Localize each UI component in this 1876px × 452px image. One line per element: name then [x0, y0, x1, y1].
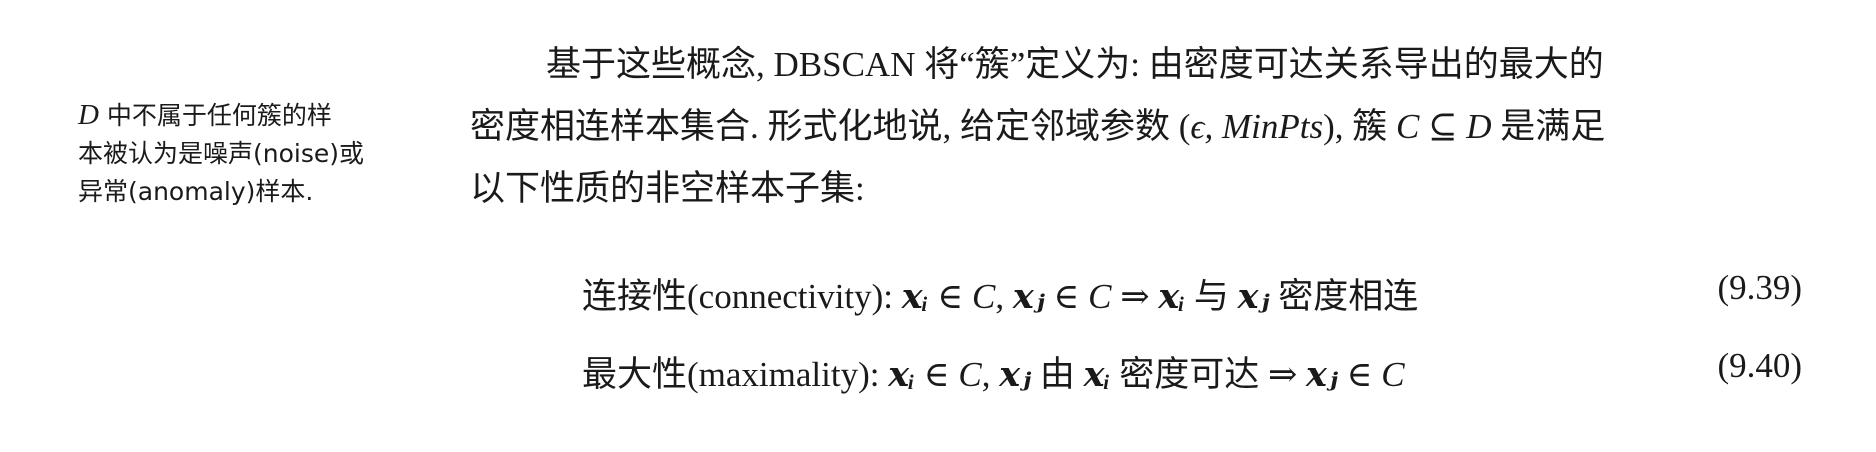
- math-variable-d: D: [78, 99, 99, 131]
- margin-note-line-3: 异常(anomaly)样本.: [78, 177, 314, 206]
- eq-part: C: [1381, 355, 1405, 394]
- eq-part: 𝒙ⱼ: [1306, 355, 1338, 394]
- eq-part: ∈: [1044, 277, 1089, 316]
- subset-symbol: ⊆: [1419, 107, 1467, 146]
- eq-part: 与: [1185, 277, 1238, 316]
- eq-part: ⇒: [1267, 355, 1307, 394]
- eq-part: 密度相连: [1269, 277, 1419, 316]
- eq-part: C: [1088, 277, 1112, 316]
- paragraph-line-2-part-b: ), 簇: [1323, 107, 1397, 146]
- equation-label: 最大性(maximality):: [582, 355, 889, 394]
- math-variable-c: C: [1396, 107, 1420, 146]
- eq-part: ∈: [915, 355, 959, 394]
- eq-part: 𝒙ⱼ: [1012, 277, 1045, 316]
- margin-note-line-1-text: 中不属于任何簇的样: [98, 101, 332, 130]
- paragraph-line-2: 密度相连样本集合. 形式化地说, 给定邻域参数 (ϵ, MinPts), 簇 C…: [470, 96, 1810, 158]
- margin-note: D 中不属于任何簇的样 本被认为是噪声(noise)或 异常(anomaly)样…: [78, 96, 428, 211]
- margin-note-line-2: 本被认为是噪声(noise)或: [78, 139, 364, 168]
- eq-part: C: [972, 277, 996, 316]
- eq-part: 由: [1031, 355, 1084, 394]
- eq-part: 密度可达: [1110, 355, 1268, 394]
- paragraph-line-3: 以下性质的非空样本子集:: [470, 169, 865, 208]
- eq-part: 𝒙ᵢ: [901, 277, 929, 316]
- eq-part: 𝒙ⱼ: [1237, 277, 1270, 316]
- margin-note-line-1: D 中不属于任何簇的样: [78, 96, 428, 135]
- math-variable-d: D: [1466, 107, 1492, 146]
- equation-9-40: 最大性(maximality): 𝒙ᵢ ∈ C, 𝒙ⱼ 由 𝒙ᵢ 密度可达 ⇒ …: [582, 346, 1802, 397]
- eq-part: ⇒: [1111, 277, 1159, 316]
- eq-part: 𝒙ᵢ: [1083, 355, 1111, 394]
- eq-part: ,: [995, 277, 1013, 316]
- eq-part: ,: [981, 355, 1000, 394]
- equation-number: (9.40): [1717, 346, 1802, 385]
- equation-number: (9.39): [1717, 268, 1802, 307]
- eq-part: ∈: [928, 277, 973, 316]
- eq-part: 𝒙ᵢ: [888, 355, 915, 394]
- eq-part: C: [958, 355, 982, 394]
- equation-label: 连接性(connectivity):: [582, 277, 902, 316]
- equation-9-39: 连接性(connectivity): 𝒙ᵢ ∈ C, 𝒙ⱼ ∈ C ⇒ 𝒙ᵢ 与…: [582, 268, 1802, 319]
- params-expression: ϵ, MinPts: [1190, 107, 1324, 146]
- eq-part: 𝒙ᵢ: [1158, 277, 1186, 316]
- eq-part: 𝒙ⱼ: [999, 355, 1032, 394]
- paragraph-line-2-part-f: 是满足: [1491, 107, 1606, 146]
- eq-part: ∈: [1337, 355, 1382, 394]
- paragraph-line-1: 基于这些概念, DBSCAN 将“簇”定义为: 由密度可达关系导出的最大的: [546, 45, 1604, 84]
- main-paragraph: 基于这些概念, DBSCAN 将“簇”定义为: 由密度可达关系导出的最大的 密度…: [470, 34, 1810, 220]
- paragraph-line-2-part-a: 密度相连样本集合. 形式化地说, 给定邻域参数 (: [470, 107, 1191, 146]
